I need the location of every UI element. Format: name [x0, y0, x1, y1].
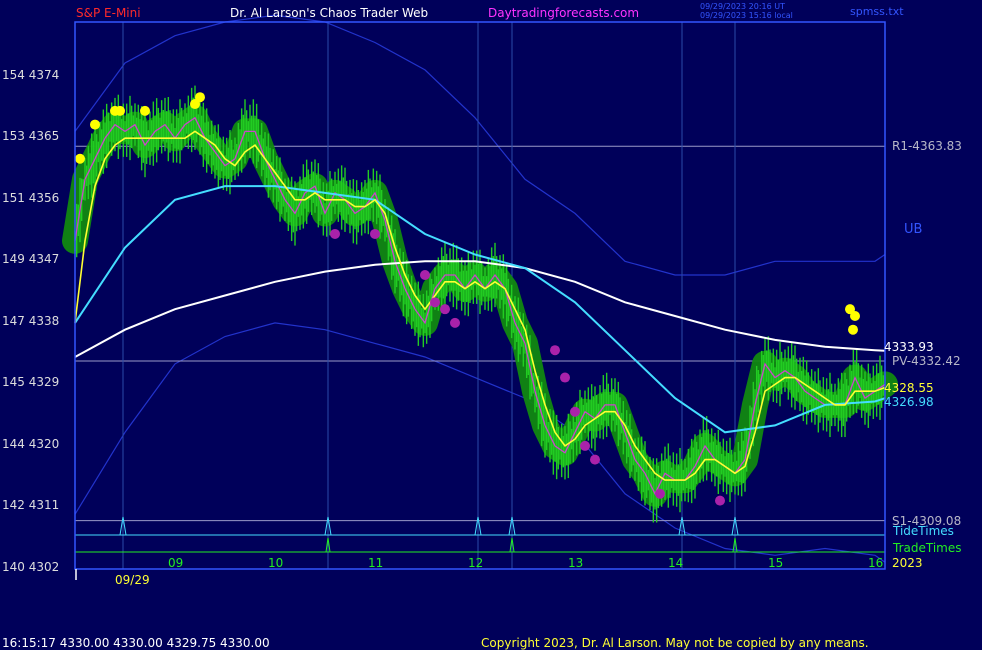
- y-tick-label: 142 4311: [2, 498, 60, 513]
- x-tick-label: 10: [268, 556, 284, 570]
- chart-canvas: [62, 14, 898, 580]
- level-label: PV-4332.42: [892, 354, 961, 368]
- low-dot-8: [570, 406, 580, 417]
- y-tick-label: 153 4365: [2, 129, 60, 144]
- tide-trade-lines: [75, 516, 885, 553]
- x-tick-label: 11: [368, 556, 384, 570]
- quote-line: 16:15:17 4330.00 4330.00 4329.75 4330.00: [2, 636, 270, 650]
- end-value-label: 4328.55: [884, 381, 934, 396]
- x-tick-label: 16: [868, 556, 884, 570]
- y-tick-label: 140 4302: [2, 560, 60, 574]
- low-dot-1: [370, 228, 380, 239]
- band-label: UB: [904, 222, 923, 237]
- site-title: Dr. Al Larson's Chaos Trader Web: [230, 6, 429, 20]
- low-dot-12: [715, 495, 725, 506]
- y-tick-label: 144 4320: [2, 436, 60, 451]
- site-url[interactable]: Daytradingforecasts.com: [488, 6, 639, 20]
- x-tick-label: 14: [668, 556, 684, 570]
- low-dot-6: [550, 345, 560, 356]
- stamp-utc: 09/29/2023 20:16 UT: [700, 2, 785, 11]
- x-tick-label: 09: [168, 556, 184, 570]
- x-tick-label: 15: [768, 556, 784, 570]
- y-tick-label: 145 4329: [2, 375, 60, 390]
- high-dot-3: [115, 105, 125, 116]
- high-dot-8: [850, 311, 860, 322]
- low-dot-2: [420, 269, 430, 280]
- low-dot-7: [560, 372, 570, 383]
- y-tick-label: 151 4356: [2, 190, 60, 205]
- level-label: R1-4363.83: [892, 139, 962, 154]
- high-dot-0: [75, 153, 85, 164]
- high-dot-9: [848, 324, 858, 335]
- high-dot-6: [195, 92, 205, 103]
- high-dot-1: [90, 119, 100, 130]
- x-tick-label: 13: [568, 556, 584, 570]
- date-label: 09/29: [115, 573, 150, 587]
- low-dot-11: [655, 488, 665, 499]
- year-label: 2023: [892, 556, 923, 570]
- instrument-title: S&P E-Mini: [76, 6, 141, 20]
- trade-label: TradeTimes: [893, 541, 962, 555]
- y-tick-label: 149 4347: [2, 252, 60, 267]
- high-dot-4: [140, 105, 150, 116]
- tide-label: TideTimes: [893, 524, 954, 538]
- low-dot-0: [330, 228, 340, 239]
- file-name: spmss.txt: [850, 5, 904, 18]
- low-dot-9: [580, 440, 590, 451]
- low-dot-3: [430, 297, 440, 308]
- y-tick-label: 154 4374: [2, 67, 60, 82]
- stamp-local: 09/29/2023 15:16 local: [700, 11, 793, 20]
- copyright: Copyright 2023, Dr. Al Larson. May not b…: [481, 636, 869, 650]
- low-dot-10: [590, 454, 600, 465]
- low-dot-5: [450, 317, 460, 328]
- end-value-label: 4326.98: [884, 395, 934, 410]
- y-tick-label: 147 4338: [2, 313, 60, 328]
- end-value-label: 4333.93: [884, 339, 934, 354]
- low-dot-4: [440, 304, 450, 315]
- level-lines: [75, 145, 885, 522]
- x-tick-label: 12: [468, 556, 484, 570]
